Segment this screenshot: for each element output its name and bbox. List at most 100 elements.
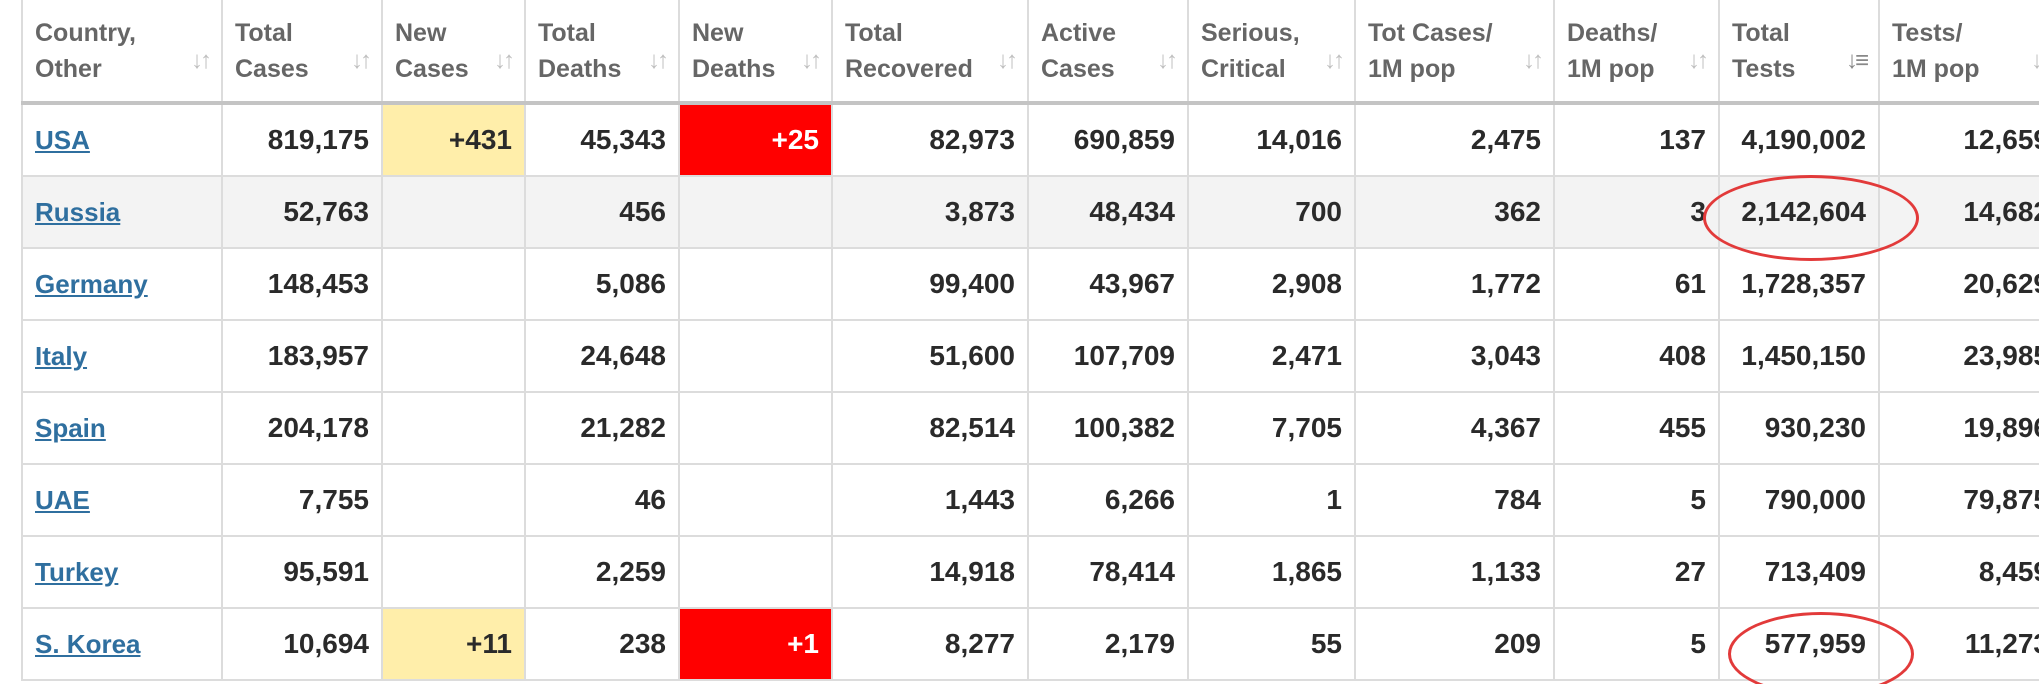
cell-total-cases: 7,755 <box>221 463 383 537</box>
cell-total-cases: 204,178 <box>221 391 383 465</box>
column-header-country[interactable]: Country, Other ↓↑ <box>21 0 223 105</box>
column-header-label: New Deaths <box>692 18 776 83</box>
cell-active-cases: 78,414 <box>1027 535 1189 609</box>
cell-new-cases <box>381 247 526 321</box>
table-row: Spain 204,178 21,282 82,514 100,382 7,705 4,36… <box>21 391 2039 465</box>
table-row: S. Korea 10,694 +11 238 +1 8,277 2,179 55 209 5 57… <box>21 607 2039 681</box>
sort-descending-icon[interactable]: ↓≡ <box>1846 43 1869 79</box>
column-header-total-tests[interactable]: Total Tests ↓≡ <box>1718 0 1880 105</box>
cell-total-tests: 713,409 <box>1718 535 1880 609</box>
sort-icon[interactable]: ↓↑ <box>648 43 669 79</box>
table-row: Russia 52,763 456 3,873 48,434 700 362 3 2,142,6… <box>21 175 2039 249</box>
country-link[interactable]: Germany <box>35 269 148 299</box>
column-header-cases-per-1m[interactable]: Tot Cases/ 1M pop ↓↑ <box>1354 0 1555 105</box>
cell-serious-critical: 2,908 <box>1187 247 1356 321</box>
cell-cases-per-1m: 362 <box>1354 175 1555 249</box>
column-header-new-cases[interactable]: New Cases ↓↑ <box>381 0 526 105</box>
cell-country: Turkey <box>21 535 223 609</box>
column-header-label: Total Tests <box>1732 18 1796 83</box>
cell-deaths-per-1m: 455 <box>1553 391 1720 465</box>
cell-total-tests: 1,728,357 <box>1718 247 1880 321</box>
column-header-label: Tot Cases/ 1M pop <box>1368 18 1493 83</box>
cell-total-deaths: 238 <box>524 607 680 681</box>
cell-total-cases: 819,175 <box>221 102 383 177</box>
cell-country: Germany <box>21 247 223 321</box>
sort-icon[interactable]: ↓↑ <box>997 43 1018 79</box>
column-header-new-deaths[interactable]: New Deaths ↓↑ <box>678 0 833 105</box>
sort-icon[interactable]: ↓↑ <box>1324 43 1345 79</box>
cell-serious-critical: 14,016 <box>1187 102 1356 177</box>
covid-stats-table: Country, Other ↓↑ Total Cases ↓↑ New Cases… <box>21 0 2039 681</box>
column-header-total-cases[interactable]: Total Cases ↓↑ <box>221 0 383 105</box>
cell-total-deaths: 5,086 <box>524 247 680 321</box>
sort-icon[interactable]: ↓↑ <box>1688 43 1709 79</box>
header-row: Country, Other ↓↑ Total Cases ↓↑ New Cases… <box>21 0 2039 105</box>
cell-cases-per-1m: 209 <box>1354 607 1555 681</box>
cell-deaths-per-1m: 408 <box>1553 319 1720 393</box>
cell-cases-per-1m: 1,133 <box>1354 535 1555 609</box>
table-row: USA 819,175 +431 45,343 +25 82,973 690,859 14,0… <box>21 102 2039 177</box>
cell-new-deaths: +1 <box>678 607 833 681</box>
cell-serious-critical: 2,471 <box>1187 319 1356 393</box>
cell-total-cases: 10,694 <box>221 607 383 681</box>
cell-new-cases <box>381 319 526 393</box>
cell-country: Spain <box>21 391 223 465</box>
country-link[interactable]: Russia <box>35 197 120 227</box>
country-link[interactable]: UAE <box>35 485 90 515</box>
column-header-total-recovered[interactable]: Total Recovered ↓↑ <box>831 0 1029 105</box>
cell-total-tests: 1,450,150 <box>1718 319 1880 393</box>
cell-active-cases: 6,266 <box>1027 463 1189 537</box>
column-header-label: Country, Other <box>35 18 136 83</box>
cell-country: Italy <box>21 319 223 393</box>
cell-total-recovered: 3,873 <box>831 175 1029 249</box>
cell-deaths-per-1m: 61 <box>1553 247 1720 321</box>
cell-new-cases <box>381 175 526 249</box>
sort-icon[interactable]: ↓↑ <box>494 43 515 79</box>
country-link[interactable]: Italy <box>35 341 87 371</box>
cell-total-deaths: 456 <box>524 175 680 249</box>
sort-icon[interactable]: ↓↑ <box>191 43 212 79</box>
cell-tests-per-1m: 19,896 <box>1878 391 2039 465</box>
table-row: Turkey 95,591 2,259 14,918 78,414 1,865 1,133 2… <box>21 535 2039 609</box>
column-header-serious-critical[interactable]: Serious, Critical ↓↑ <box>1187 0 1356 105</box>
cell-total-recovered: 51,600 <box>831 319 1029 393</box>
column-header-total-deaths[interactable]: Total Deaths ↓↑ <box>524 0 680 105</box>
cell-deaths-per-1m: 5 <box>1553 607 1720 681</box>
cell-total-tests: 930,230 <box>1718 391 1880 465</box>
cell-deaths-per-1m: 5 <box>1553 463 1720 537</box>
table-row: UAE 7,755 46 1,4436,26617845790,00079,875 <box>21 463 2039 537</box>
cell-new-deaths <box>678 247 833 321</box>
cell-tests-per-1m: 12,659 <box>1878 102 2039 177</box>
column-header-tests-per-1m[interactable]: Tests/ 1M pop ↓↑ <box>1878 0 2039 105</box>
country-link[interactable]: Turkey <box>35 557 118 587</box>
cell-tests-per-1m: 14,682 <box>1878 175 2039 249</box>
country-link[interactable]: S. Korea <box>35 629 141 659</box>
column-header-active-cases[interactable]: Active Cases ↓↑ <box>1027 0 1189 105</box>
cell-serious-critical: 7,705 <box>1187 391 1356 465</box>
column-header-deaths-per-1m[interactable]: Deaths/ 1M pop ↓↑ <box>1553 0 1720 105</box>
sort-icon[interactable]: ↓↑ <box>801 43 822 79</box>
cell-country: USA <box>21 102 223 177</box>
sort-icon[interactable]: ↓↑ <box>351 43 372 79</box>
cell-active-cases: 100,382 <box>1027 391 1189 465</box>
cell-serious-critical: 55 <box>1187 607 1356 681</box>
sort-icon[interactable]: ↓↑ <box>2031 43 2039 79</box>
cell-new-deaths <box>678 463 833 537</box>
cell-new-cases: +431 <box>381 102 526 177</box>
cell-tests-per-1m: 79,875 <box>1878 463 2039 537</box>
cell-new-deaths <box>678 319 833 393</box>
cell-total-deaths: 24,648 <box>524 319 680 393</box>
cell-active-cases: 107,709 <box>1027 319 1189 393</box>
cell-total-cases: 183,957 <box>221 319 383 393</box>
country-link[interactable]: Spain <box>35 413 106 443</box>
sort-icon[interactable]: ↓↑ <box>1157 43 1178 79</box>
covid-table-container: Country, Other ↓↑ Total Cases ↓↑ New Cases… <box>21 0 2039 684</box>
column-header-label: New Cases <box>395 18 469 83</box>
sort-icon[interactable]: ↓↑ <box>1523 43 1544 79</box>
cell-new-deaths: +25 <box>678 102 833 177</box>
cell-new-cases <box>381 391 526 465</box>
country-link[interactable]: USA <box>35 125 90 155</box>
cell-total-recovered: 82,973 <box>831 102 1029 177</box>
cell-total-cases: 148,453 <box>221 247 383 321</box>
cell-total-tests: 2,142,604 <box>1718 175 1880 249</box>
